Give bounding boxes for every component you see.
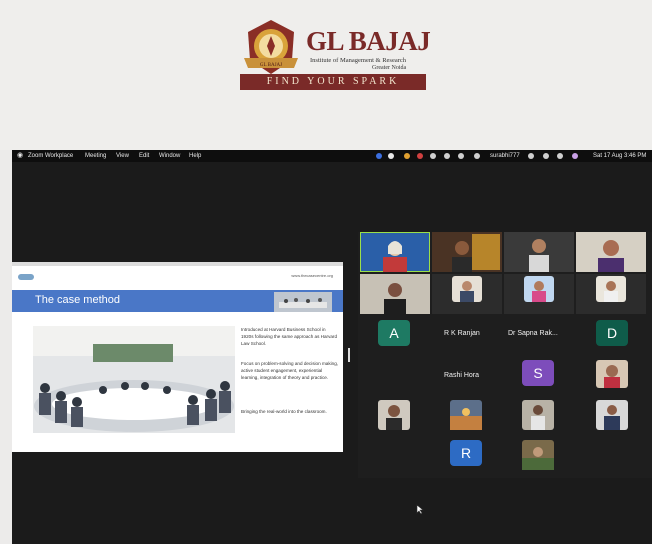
logo-location: Greater Noida <box>372 65 407 71</box>
participant-avatar-r[interactable]: R <box>450 440 482 466</box>
menu-window[interactable]: Window <box>159 150 180 162</box>
zoom-status-icon[interactable] <box>376 153 382 159</box>
svg-text:GL BAJAJ: GL BAJAJ <box>260 63 282 68</box>
participant-video-tile[interactable] <box>576 232 646 272</box>
menu-view[interactable]: View <box>116 150 129 162</box>
participant-tile-rk-ranjan[interactable] <box>432 274 502 314</box>
participant-video-tile[interactable] <box>359 231 431 273</box>
slide-paragraph-2: Focus on problem-solving and decision ma… <box>241 361 339 380</box>
macos-menubar: ◉ Zoom Workplace Meeting View Edit Windo… <box>12 150 652 162</box>
zoom-meeting-screen: ◉ Zoom Workplace Meeting View Edit Windo… <box>12 150 652 544</box>
slide-header-photo <box>274 292 332 312</box>
participant-photo <box>452 276 482 302</box>
battery-icon[interactable] <box>474 153 480 159</box>
logo-subtitle: Institute of Management & Research <box>310 57 407 64</box>
participant-avatar-a[interactable]: A <box>378 320 410 346</box>
record-icon[interactable] <box>417 153 423 159</box>
participant-video-tile[interactable] <box>360 274 430 314</box>
participant-avatar-d[interactable]: D <box>596 320 628 346</box>
menu-zoom-workplace[interactable]: Zoom Workplace <box>28 150 73 162</box>
logo-title: GL BAJAJ <box>306 26 431 56</box>
slide-window-strip <box>12 262 343 266</box>
participant-tile[interactable] <box>576 274 646 314</box>
search-icon[interactable] <box>543 153 549 159</box>
participant-tile[interactable] <box>522 440 554 470</box>
siri-icon[interactable] <box>572 153 578 159</box>
control-icon[interactable] <box>430 153 436 159</box>
classroom-photo <box>33 326 235 433</box>
shared-slide: www.thecasecentre.org The case method In… <box>12 262 343 452</box>
participant-avatar-s[interactable]: S <box>522 360 554 386</box>
participant-name-rashi-hora: Rashi Hora <box>444 372 480 379</box>
menu-help[interactable]: Help <box>189 150 201 162</box>
participant-tile[interactable] <box>596 360 628 388</box>
screen-share-icon[interactable] <box>388 153 394 159</box>
participant-name-sapna: Dr Sapna Rak... <box>508 330 558 337</box>
case-centre-logo <box>18 274 34 280</box>
slide-paragraph-3: Bringing the real-world into the classro… <box>241 409 327 414</box>
participant-photo <box>596 276 626 302</box>
display-icon[interactable] <box>458 153 464 159</box>
header-banner: GL BAJAJ GL BAJAJ Institute of Managemen… <box>0 0 652 150</box>
slide-paragraph-1: Introduced at Harvard Business School in… <box>241 327 338 346</box>
slide-heading: The case method <box>35 294 120 306</box>
participant-video-tile[interactable] <box>504 232 574 272</box>
participant-tile[interactable] <box>378 400 410 430</box>
participant-tile[interactable] <box>596 400 628 430</box>
participant-video-tile[interactable] <box>432 232 502 272</box>
user-icon[interactable] <box>528 153 534 159</box>
menu-edit[interactable]: Edit <box>139 150 149 162</box>
logo-tagline: FIND YOUR SPARK <box>240 74 426 90</box>
menu-meeting[interactable]: Meeting <box>85 150 106 162</box>
apple-icon[interactable]: ◉ <box>17 150 23 162</box>
participant-gallery: A R K Ranjan Dr Sapna Rak... D Rashi Hor… <box>358 231 652 478</box>
menubar-username[interactable]: surabhi777 <box>490 150 520 162</box>
slide-url: www.thecasecentre.org <box>291 273 333 278</box>
splitter-handle[interactable] <box>348 348 350 362</box>
participant-name-rk-ranjan: R K Ranjan <box>444 330 480 337</box>
menubar-datetime: Sat 17 Aug 3:46 PM <box>593 153 647 159</box>
gl-bajaj-logo: GL BAJAJ GL BAJAJ Institute of Managemen… <box>236 16 436 94</box>
participant-tile[interactable] <box>450 400 482 430</box>
wifi-icon[interactable] <box>444 153 450 159</box>
gl-bajaj-emblem: GL BAJAJ <box>244 20 298 74</box>
participant-photo <box>524 276 554 302</box>
participant-tile[interactable] <box>522 400 554 430</box>
mouse-cursor-icon <box>416 504 424 515</box>
ai-companion-icon[interactable] <box>404 153 410 159</box>
participant-tile-sapna[interactable] <box>504 274 574 314</box>
control-center-icon[interactable] <box>557 153 563 159</box>
